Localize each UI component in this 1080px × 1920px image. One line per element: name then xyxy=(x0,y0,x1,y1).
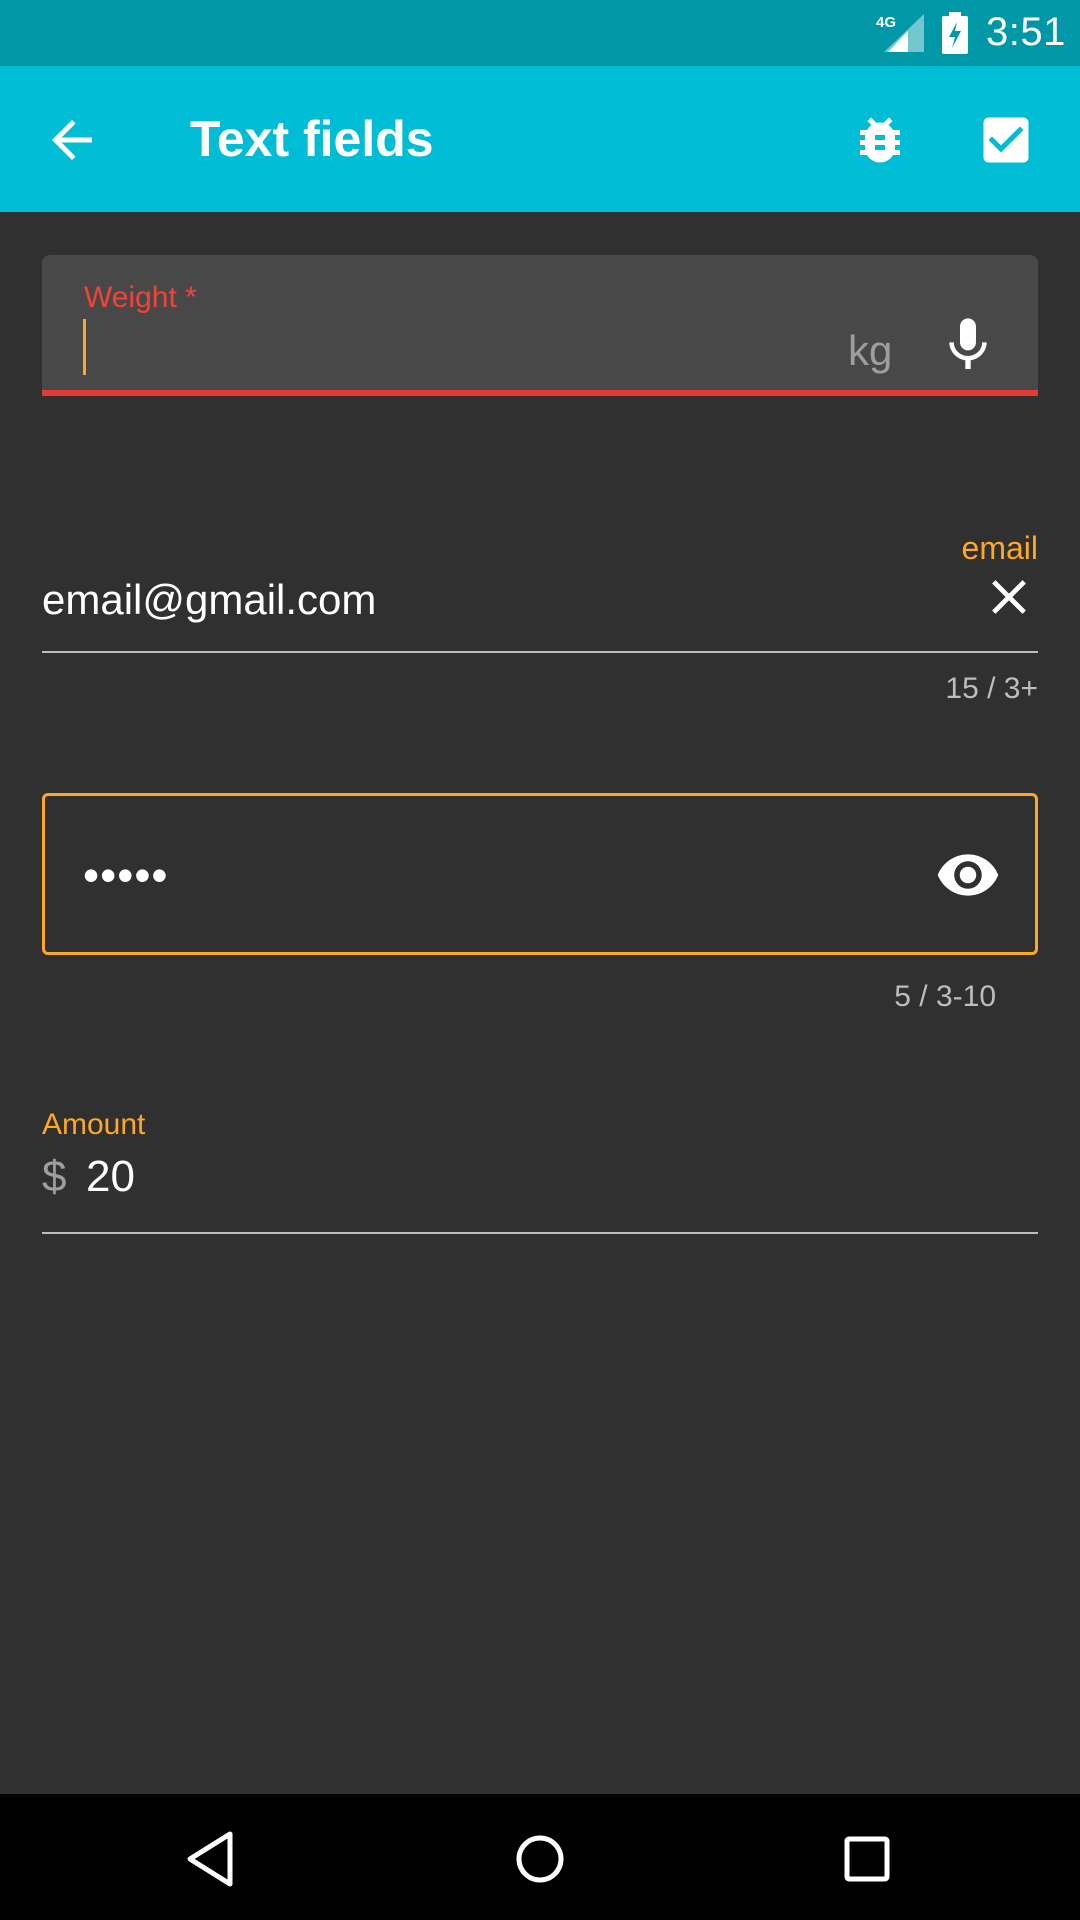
checkbox-checked-icon[interactable] xyxy=(976,110,1036,170)
app-bar: Text fields xyxy=(0,66,1080,212)
weight-label: Weight * xyxy=(84,281,197,314)
nav-back-icon[interactable] xyxy=(180,1826,246,1892)
text-cursor xyxy=(83,319,86,375)
nav-home-icon[interactable] xyxy=(507,1826,573,1892)
password-counter: 5 / 3-10 xyxy=(894,980,996,1013)
email-field[interactable]: email email@gmail.com 15 / 3+ xyxy=(42,520,1038,705)
amount-input[interactable]: 20 xyxy=(86,1152,135,1202)
password-input[interactable]: ••••• xyxy=(83,848,169,902)
close-icon[interactable] xyxy=(980,568,1038,626)
amount-label: Amount xyxy=(42,1108,146,1141)
bug-icon[interactable] xyxy=(850,110,910,170)
email-input[interactable]: email@gmail.com xyxy=(42,576,376,624)
amount-underline xyxy=(42,1232,1038,1234)
clock: 3:51 xyxy=(986,10,1066,54)
page-title: Text fields xyxy=(190,111,434,167)
amount-prefix: $ xyxy=(42,1152,67,1201)
weight-suffix: kg xyxy=(848,327,893,374)
status-bar: 4G 3:51 xyxy=(0,0,1080,66)
nav-bar xyxy=(0,1794,1080,1920)
amount-field[interactable]: Amount $ 20 xyxy=(42,1106,1038,1236)
eye-icon[interactable] xyxy=(935,842,1001,908)
password-field[interactable]: ••••• xyxy=(42,793,1038,955)
email-label: email xyxy=(961,530,1038,566)
nav-recents-icon[interactable] xyxy=(834,1826,900,1892)
email-underline xyxy=(42,651,1038,653)
arrow-back-icon[interactable] xyxy=(42,110,102,170)
weight-input[interactable] xyxy=(90,325,690,375)
weight-error-underline xyxy=(42,390,1038,396)
email-counter: 15 / 3+ xyxy=(945,672,1038,705)
battery-charging-icon xyxy=(942,12,968,54)
mic-icon[interactable] xyxy=(936,313,1000,377)
weight-field[interactable]: Weight * kg xyxy=(42,255,1038,396)
signal-icon xyxy=(884,14,924,52)
screen: 4G 3:51 Text fields Weight * kg email em… xyxy=(0,0,1080,1920)
